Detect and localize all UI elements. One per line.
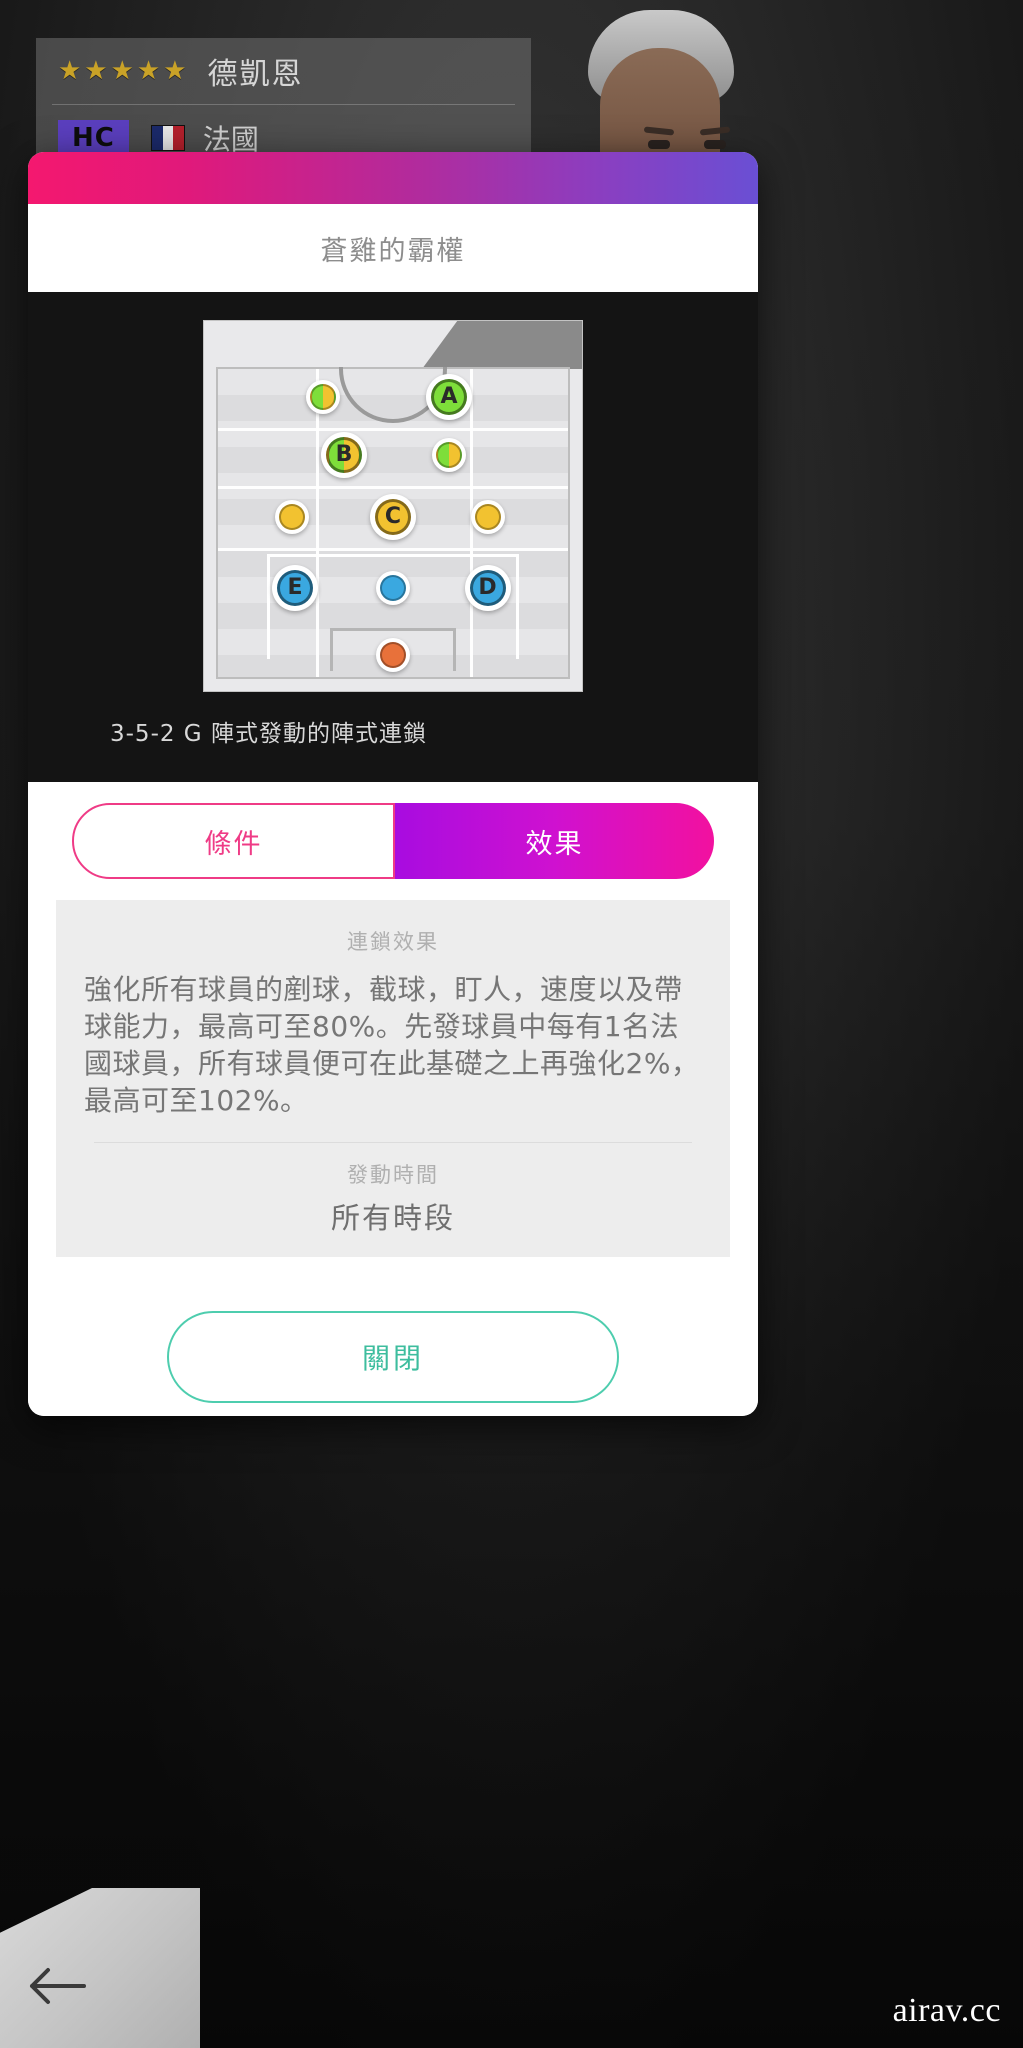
chain-effect-text: 強化所有球員的剷球，截球，盯人，速度以及帶球能力，最高可至80%。先發球員中每有… <box>84 973 700 1117</box>
player-marker-disc <box>310 383 336 410</box>
pitch-corner-tag <box>422 321 582 369</box>
player-marker-d: D <box>464 564 511 611</box>
player-marker-disc: D <box>469 569 506 606</box>
player-marker-b: B <box>321 432 367 479</box>
timing-label: 發動時間 <box>347 1162 439 1187</box>
player-marker-disc: C <box>375 498 411 535</box>
timing-value: 所有時段 <box>330 1200 455 1235</box>
player-marker-disc: E <box>277 569 313 606</box>
effect-content-panel: 連鎖效果 強化所有球員的剷球，截球，盯人，速度以及帶球能力，最高可至80%。先發… <box>56 900 730 1257</box>
dialog-gradient-topbar <box>28 152 758 204</box>
chain-effect-label: 連鎖效果 <box>347 930 439 954</box>
dialog-tabs: 條件 效果 <box>28 782 758 900</box>
player-marker-disc <box>380 574 406 601</box>
formation-preview-panel: A BC E D 3-5-2 G 陣式發動的陣式連鎖 <box>28 292 758 782</box>
star-rating-icon: ★★★★★ <box>58 56 190 86</box>
player-marker-disc: A <box>431 378 467 415</box>
player-marker-disc <box>380 642 406 669</box>
player-marker-3 <box>432 438 466 473</box>
player-name: 德凱恩 <box>207 57 304 92</box>
formation-caption: 3-5-2 G 陣式發動的陣式連鎖 <box>110 721 427 747</box>
role-badge: HC <box>58 120 129 156</box>
pitch-frame: A BC E D <box>203 320 583 692</box>
player-marker-10 <box>376 638 410 673</box>
player-marker-6 <box>470 499 505 534</box>
player-marker-4 <box>274 499 309 534</box>
watermark: airav.cc <box>892 1992 1001 2029</box>
player-marker-disc <box>278 503 305 530</box>
dialog-title: 蒼雞的霸權 <box>320 235 466 267</box>
player-marker-a: A <box>426 373 472 420</box>
formation-chain-dialog: 蒼雞的霸權 A BC E D 3-5-2 G 陣式發動的陣式連鎖 條件 效果 連鎖效果… <box>28 152 758 1416</box>
france-flag-icon <box>150 125 185 151</box>
back-arrow-icon[interactable] <box>28 1966 86 2006</box>
player-marker-disc <box>436 442 462 469</box>
player-marker-c: C <box>370 493 416 540</box>
tab-effect[interactable]: 效果 <box>395 803 714 879</box>
player-marker-disc: B <box>326 437 362 474</box>
dialog-title-bar: 蒼雞的霸權 <box>28 204 758 292</box>
player-name-row: ★★★★★ 德凱恩 <box>36 38 531 104</box>
tab-condition[interactable]: 條件 <box>72 803 395 879</box>
player-marker-disc <box>474 503 501 530</box>
pitch-diagram: A BC E D <box>216 367 570 679</box>
effect-divider <box>94 1141 692 1143</box>
close-button[interactable]: 關閉 <box>167 1310 619 1403</box>
dialog-footer: 關閉 <box>28 1256 758 1416</box>
player-marker-e: E <box>272 564 318 611</box>
player-marker-0 <box>306 379 340 414</box>
player-marker-8 <box>376 570 410 605</box>
